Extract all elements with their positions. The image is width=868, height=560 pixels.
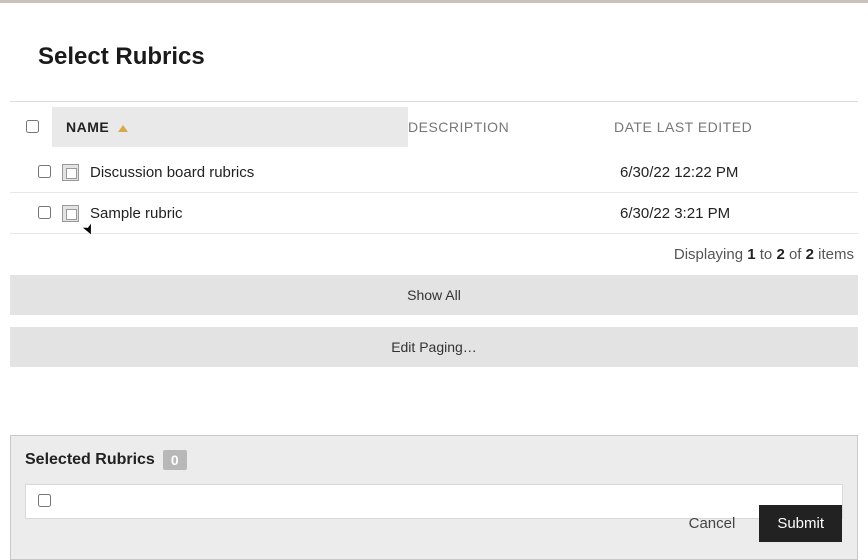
rubric-icon[interactable] bbox=[62, 164, 79, 181]
rubric-icon[interactable] bbox=[62, 205, 79, 222]
footer-actions: Cancel Submit bbox=[683, 505, 842, 542]
show-all-button[interactable]: Show All bbox=[10, 275, 858, 315]
page-title: Select Rubrics bbox=[38, 43, 858, 71]
column-header-name-label: NAME bbox=[66, 119, 109, 135]
submit-button[interactable]: Submit bbox=[759, 505, 842, 542]
row-date: 6/30/22 12:22 PM bbox=[620, 164, 858, 181]
sort-asc-icon bbox=[118, 125, 128, 132]
row-checkbox[interactable] bbox=[38, 165, 51, 178]
row-name[interactable]: Discussion board rubrics bbox=[90, 164, 414, 181]
selected-count-badge: 0 bbox=[163, 450, 187, 470]
column-header-name[interactable]: NAME bbox=[52, 107, 408, 147]
rubrics-table: NAME DESCRIPTION DATE LAST EDITED Discus… bbox=[10, 102, 858, 367]
edit-paging-button[interactable]: Edit Paging… bbox=[10, 327, 858, 367]
selected-item-checkbox[interactable] bbox=[38, 494, 51, 507]
column-header-date[interactable]: DATE LAST EDITED bbox=[614, 107, 858, 147]
table-row: Sample rubric 6/30/22 3:21 PM bbox=[10, 193, 858, 234]
column-header-description[interactable]: DESCRIPTION bbox=[408, 107, 614, 147]
selected-rubrics-header: Selected Rubrics 0 bbox=[25, 450, 843, 470]
table-header-row: NAME DESCRIPTION DATE LAST EDITED bbox=[10, 102, 858, 152]
row-name[interactable]: Sample rubric bbox=[90, 205, 414, 222]
row-date: 6/30/22 3:21 PM bbox=[620, 205, 858, 222]
paging-summary: Displaying 1 to 2 of 2 items bbox=[10, 234, 858, 275]
row-checkbox[interactable] bbox=[38, 206, 51, 219]
cancel-button[interactable]: Cancel bbox=[683, 514, 742, 533]
selected-rubrics-title: Selected Rubrics bbox=[25, 451, 155, 469]
table-row: Discussion board rubrics 6/30/22 12:22 P… bbox=[10, 152, 858, 193]
select-all-checkbox[interactable] bbox=[26, 120, 39, 133]
